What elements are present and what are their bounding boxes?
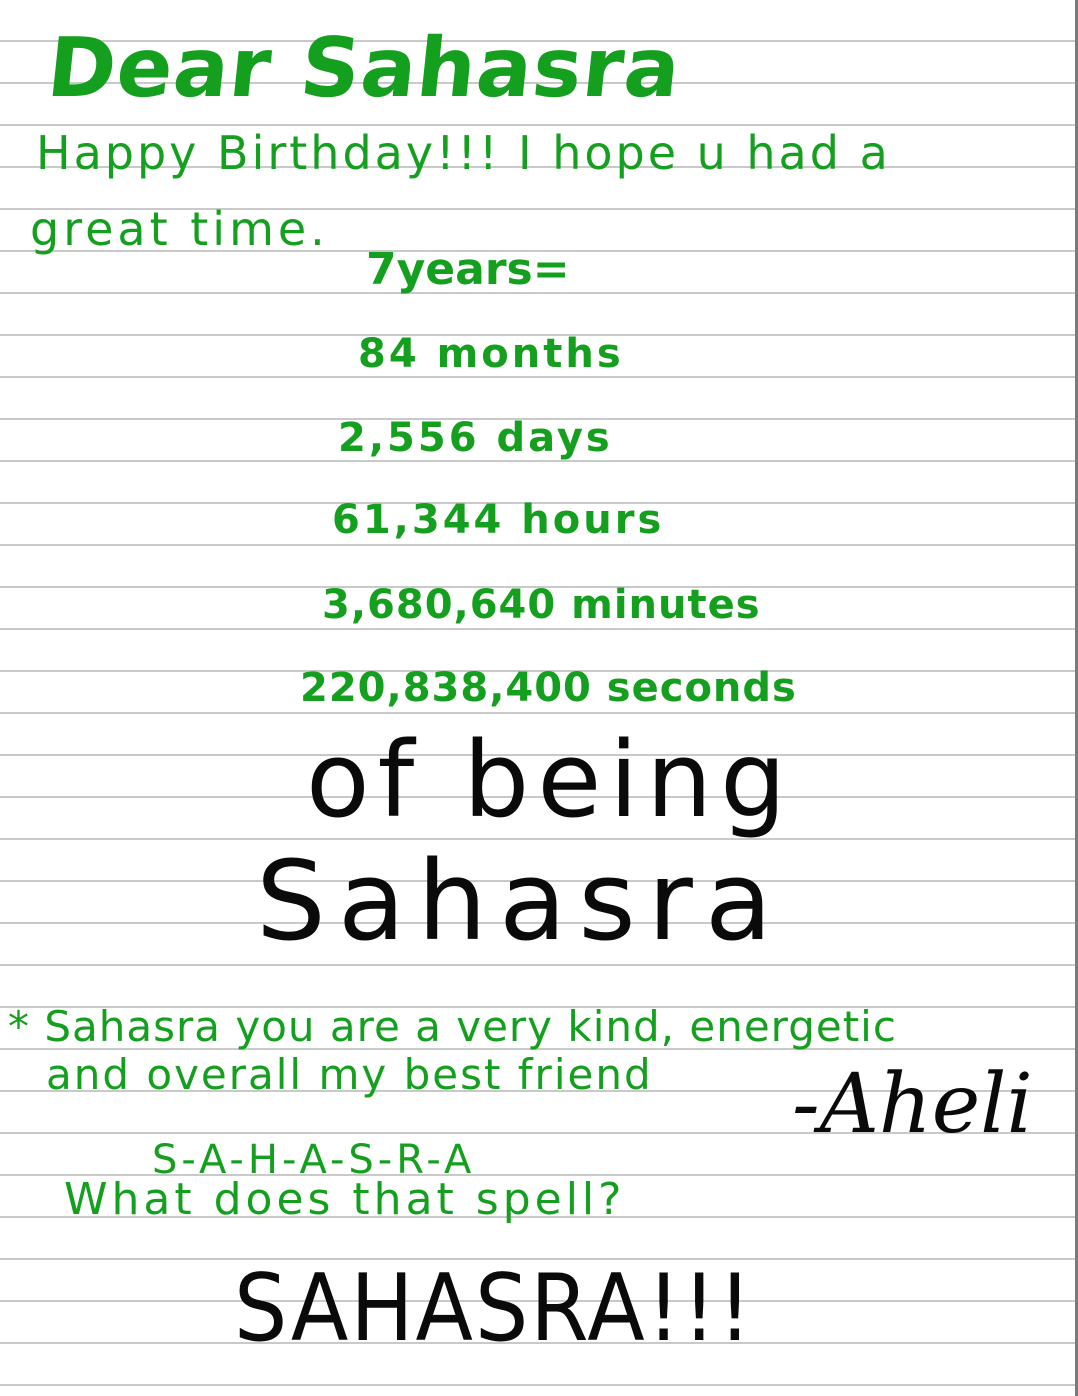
spell-question: What does that spell? bbox=[64, 1174, 626, 1225]
stat-minutes: 3,680,640 minutes bbox=[322, 582, 761, 628]
spell-answer: SAHASRA!!! bbox=[234, 1254, 754, 1363]
headline-of-being: of being bbox=[306, 719, 795, 841]
salutation: Dear Sahasra bbox=[43, 21, 686, 116]
stat-days: 2,556 days bbox=[338, 415, 613, 461]
stat-months: 84 months bbox=[358, 331, 624, 377]
note-line-2: and overall my best friend bbox=[46, 1050, 653, 1099]
greeting-line-2: great time. bbox=[30, 202, 329, 256]
stat-hours: 61,344 hours bbox=[332, 497, 665, 543]
greeting-line-1: Happy Birthday!!! I hope u had a bbox=[36, 126, 891, 180]
headline-name: Sahasra bbox=[256, 837, 785, 965]
stat-years: 7years= bbox=[366, 244, 570, 295]
stat-seconds: 220,838,400 seconds bbox=[300, 665, 797, 711]
note-line-1: * Sahasra you are a very kind, energetic bbox=[8, 1002, 897, 1051]
signature: -Aheli bbox=[792, 1057, 1033, 1152]
